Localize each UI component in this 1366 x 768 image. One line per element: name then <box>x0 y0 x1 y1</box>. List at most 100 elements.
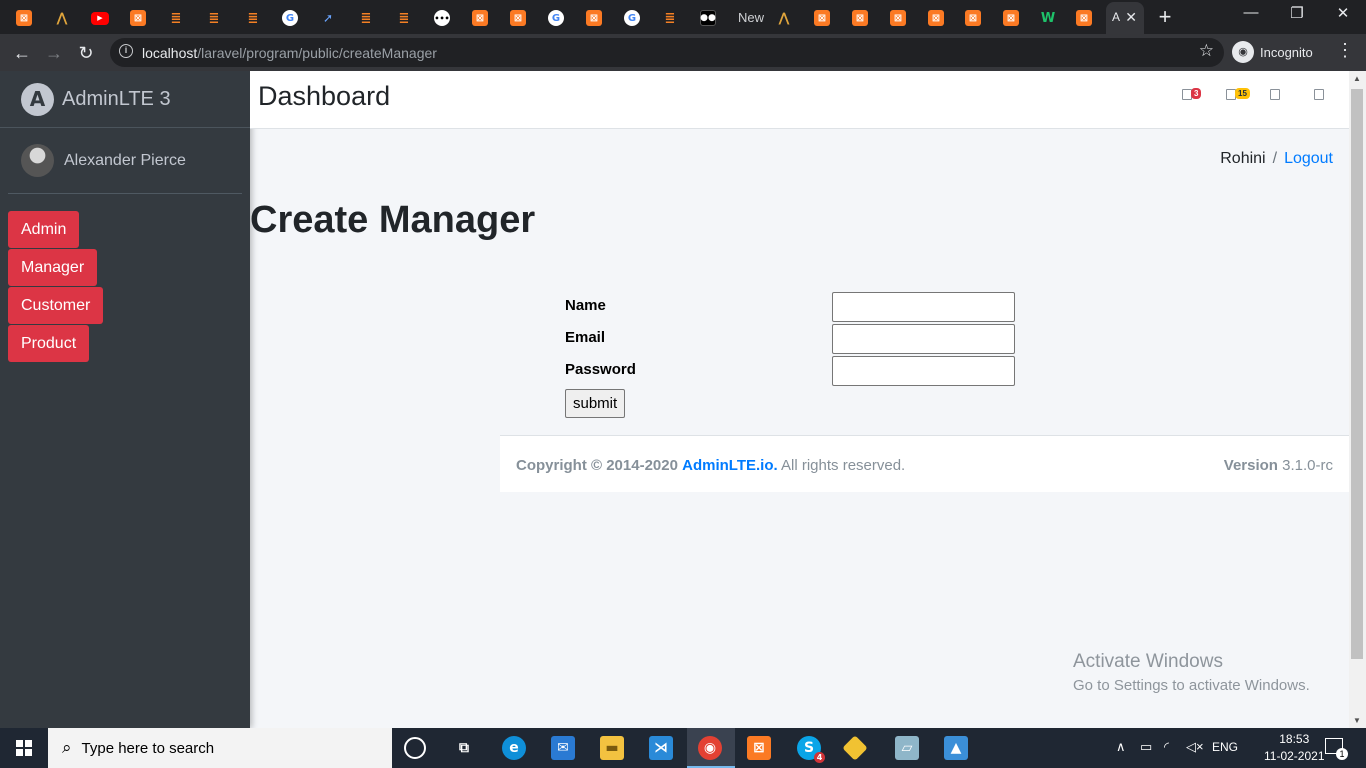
menu-product-button[interactable]: Product <box>8 325 90 362</box>
control-sidebar-icon[interactable] <box>1314 89 1334 105</box>
photos-icon[interactable]: ▲ <box>944 736 968 760</box>
vscode-icon[interactable]: ⋊ <box>649 736 673 760</box>
browser-tab[interactable]: ⊠ <box>882 4 914 32</box>
browser-tab[interactable]: ≣ <box>198 4 230 32</box>
cortana-icon[interactable] <box>404 737 426 759</box>
xampp-taskbar-icon[interactable]: ⊠ <box>747 736 771 760</box>
browser-toolbar: ← → ↻ i localhost/laravel/program/public… <box>0 34 1366 71</box>
breadcrumb: Rohini / Logout <box>1220 150 1333 168</box>
browser-tab[interactable]: ≣ <box>388 4 420 32</box>
new-tab-button[interactable]: + <box>1154 4 1176 30</box>
email-label: Email <box>565 329 606 346</box>
password-input[interactable] <box>832 356 1015 386</box>
mail-icon[interactable]: ✉ <box>551 736 575 760</box>
adminlte-link[interactable]: AdminLTE.io. <box>682 457 778 474</box>
close-window-button[interactable]: ✕ <box>1320 4 1366 22</box>
close-tab-icon[interactable]: ✕ <box>1125 9 1137 26</box>
browser-tab[interactable]: ⊠ <box>995 4 1027 32</box>
forward-button[interactable]: → <box>40 40 68 66</box>
browser-tab[interactable]: ⊠ <box>8 4 40 32</box>
notes-icon[interactable]: ▱ <box>895 736 919 760</box>
browser-tab[interactable]: ⋀ <box>768 4 800 32</box>
copyright-suffix: All rights reserved. <box>781 457 906 474</box>
minimize-window-button[interactable]: — <box>1228 4 1274 21</box>
address-bar[interactable]: i localhost/laravel/program/public/creat… <box>110 38 1224 67</box>
browser-tab[interactable]: G <box>274 4 306 32</box>
notifications-icon[interactable]: 15 <box>1226 88 1250 105</box>
stackoverflow-icon: ≣ <box>398 10 410 26</box>
browser-tab[interactable]: ≣ <box>237 4 269 32</box>
brand-link[interactable]: A AdminLTE 3 <box>0 71 250 128</box>
page-title: Create Manager <box>250 199 536 241</box>
browser-tab[interactable]: ⊠ <box>502 4 534 32</box>
fullscreen-icon[interactable] <box>1270 89 1290 105</box>
file-explorer-icon[interactable]: ▬ <box>600 736 624 760</box>
browser-tab[interactable]: ⊠ <box>122 4 154 32</box>
logout-link[interactable]: Logout <box>1284 150 1333 167</box>
scroll-down-icon[interactable]: ▼ <box>1353 716 1361 725</box>
browser-tab[interactable]: ⊠ <box>920 4 952 32</box>
volume-muted-icon[interactable]: ◁× <box>1186 739 1204 755</box>
url-text[interactable]: localhost/laravel/program/public/createM… <box>142 45 437 61</box>
taskbar-clock[interactable]: 18:53 11-02-2021 <box>1264 731 1325 765</box>
user-name[interactable]: Alexander Pierce <box>64 152 186 170</box>
browser-tab[interactable]: ⊠ <box>957 4 989 32</box>
scroll-up-icon[interactable]: ▲ <box>1353 74 1361 83</box>
browser-tab[interactable]: ▶ <box>84 4 116 32</box>
tab-new-label[interactable]: New <box>738 10 764 25</box>
edge-icon[interactable]: e <box>502 736 526 760</box>
browser-tab[interactable]: ⊠ <box>464 4 496 32</box>
reload-button[interactable]: ↻ <box>72 40 100 66</box>
start-button[interactable] <box>0 728 48 768</box>
stackoverflow-icon: ≣ <box>247 10 259 26</box>
restore-window-button[interactable]: ❐ <box>1274 4 1320 22</box>
email-input[interactable] <box>832 324 1015 354</box>
name-label: Name <box>565 297 606 314</box>
chrome-icon[interactable]: ◉ <box>698 736 722 760</box>
menu-manager-button[interactable]: Manager <box>8 249 98 286</box>
dots-icon: ••• <box>434 10 450 26</box>
browser-tab[interactable]: ⋀ <box>46 4 78 32</box>
bookmark-star-icon[interactable]: ☆ <box>1199 41 1214 61</box>
submit-button[interactable]: submit <box>565 389 626 418</box>
name-input[interactable] <box>832 292 1015 322</box>
browser-tab[interactable]: ⊠ <box>1068 4 1100 32</box>
page-scrollbar[interactable]: ▲ ▼ <box>1349 71 1366 728</box>
task-view-icon[interactable]: ⧉ <box>452 736 476 760</box>
browser-tab[interactable]: ➚ <box>312 4 344 32</box>
user-panel[interactable]: Alexander Pierce <box>8 128 242 194</box>
browser-tab[interactable]: G <box>540 4 572 32</box>
language-indicator[interactable]: ENG <box>1212 740 1238 754</box>
battery-icon[interactable]: ▭ <box>1140 739 1152 755</box>
activate-windows-watermark: Activate Windows Go to Settings to activ… <box>1073 651 1310 694</box>
menu-customer-button[interactable]: Customer <box>8 287 104 324</box>
back-button[interactable]: ← <box>8 40 36 66</box>
brand-name: AdminLTE 3 <box>62 87 171 110</box>
browser-tab[interactable]: ●● <box>692 4 724 32</box>
incognito-indicator[interactable]: ◉ Incognito <box>1232 39 1313 65</box>
browser-tab[interactable]: ⊠ <box>844 4 876 32</box>
wifi-icon[interactable]: ◜ <box>1164 739 1169 755</box>
menu-admin-button[interactable]: Admin <box>8 211 80 248</box>
version-label: Version <box>1223 457 1278 474</box>
taskbar-search[interactable]: ⌕ Type here to search <box>48 728 392 768</box>
site-info-icon[interactable]: i <box>119 44 133 58</box>
messages-icon[interactable]: 3 <box>1182 88 1202 105</box>
active-tab[interactable]: A ✕ <box>1106 2 1144 34</box>
skype-icon[interactable]: S4 <box>797 736 825 763</box>
browser-tab[interactable]: ≣ <box>160 4 192 32</box>
browser-tab[interactable]: ≣ <box>350 4 382 32</box>
scrollbar-thumb[interactable] <box>1351 89 1363 659</box>
action-center-icon[interactable]: 1 <box>1325 738 1348 760</box>
browser-menu-icon[interactable]: ⋮ <box>1336 40 1354 61</box>
browser-tab[interactable]: W <box>1032 4 1064 32</box>
google-icon: G <box>548 10 564 26</box>
browser-tab[interactable]: ••• <box>426 4 458 32</box>
browser-tab[interactable]: ≣ <box>654 4 686 32</box>
youtube-icon: ▶ <box>91 11 109 25</box>
browser-tab[interactable]: G <box>616 4 648 32</box>
browser-tab[interactable]: ⊠ <box>578 4 610 32</box>
git-icon[interactable] <box>842 735 868 761</box>
tray-overflow-icon[interactable]: ∧ <box>1116 739 1126 755</box>
browser-tab[interactable]: ⊠ <box>806 4 838 32</box>
